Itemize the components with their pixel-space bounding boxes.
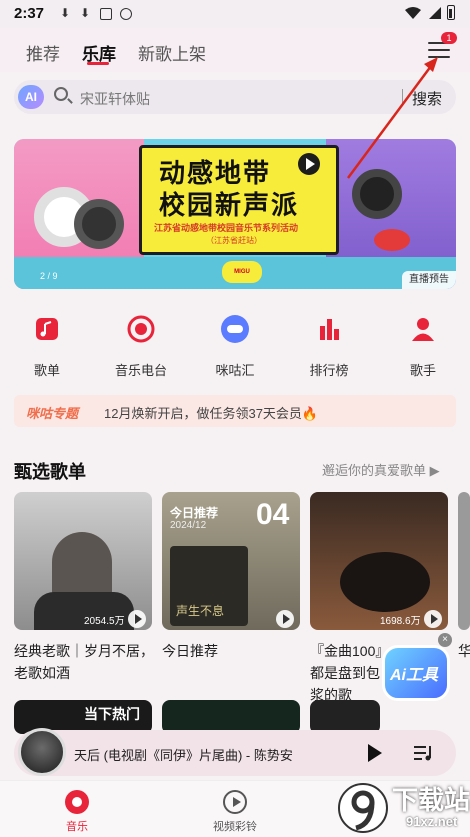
now-playing-title[interactable]: 天后 (电视剧《同伊》片尾曲) - 陈势安 (74, 745, 293, 764)
playlist-card[interactable]: 今日推荐 2024/12 04 声生不息 (162, 492, 300, 630)
playlist-card[interactable]: 1698.6万 (310, 492, 448, 630)
singer-icon (406, 312, 440, 346)
card-date: 2024/12 (170, 520, 207, 531)
music-icon (65, 790, 89, 814)
play-count: 1698.6万 (380, 616, 421, 627)
bottom-tab-label: 音乐 (66, 821, 88, 833)
card-header: 今日推荐 (170, 506, 219, 520)
quick-nav-migu-hui[interactable]: 咪咕汇 (195, 312, 275, 379)
card-number: 04 (256, 498, 290, 531)
ai-tools-floater[interactable]: Ai工具 × (382, 633, 452, 705)
watermark-brand: 下载站 (392, 785, 470, 815)
banner-subtitle-2: （江苏省赶站） (206, 236, 262, 245)
turntable-record (340, 552, 430, 612)
vinyl-disc-icon (74, 199, 124, 249)
radio-icon (124, 312, 158, 346)
migu-logo: MIGU (222, 261, 262, 283)
quick-nav-charts[interactable]: 排行榜 (289, 312, 369, 379)
quick-nav-label: 歌单 (33, 363, 60, 378)
watermark-url: 91xz.net (406, 814, 458, 829)
playlist-card[interactable]: 2054.5万 (14, 492, 152, 630)
guitar-icon (374, 229, 410, 251)
video-ringtone-icon (223, 790, 247, 814)
playlist-caption[interactable]: 经典老歌｜岁月不居，老歌如酒 (14, 640, 154, 684)
now-playing-cover[interactable] (18, 728, 66, 776)
banner-page-indicator: 2 / 9 (40, 271, 58, 281)
play-icon[interactable] (424, 610, 442, 628)
promo-tag: 咪咕专题 (26, 406, 79, 421)
quick-nav-playlist[interactable]: 歌单 (7, 312, 87, 379)
section-more-link[interactable]: 邂逅你的真爱歌单 ▶ (322, 460, 440, 479)
promo-text: 12月焕新开启，做任务领37天会员🔥 (104, 406, 319, 421)
play-icon[interactable] (128, 610, 146, 628)
playlist-caption[interactable]: 华 (458, 640, 470, 662)
album-art-text: 声生不息 (176, 604, 225, 618)
banner-subtitle: 江苏省动感地带校园音乐节系列活动 (154, 223, 299, 233)
playlist-card[interactable] (310, 700, 380, 734)
live-preview-tag: 直播预告 (402, 271, 456, 289)
play-icon[interactable] (368, 744, 382, 762)
bottom-tab-video-ringtone[interactable]: 视频彩铃 (195, 790, 275, 834)
watermark-logo (338, 783, 388, 833)
quick-nav-label: 歌手 (409, 363, 436, 378)
chart-icon (312, 312, 346, 346)
playlist-card[interactable] (458, 492, 470, 630)
bottom-tab-music[interactable]: 音乐 (37, 790, 117, 834)
bottom-tab-label: 视频彩铃 (213, 821, 257, 833)
playlist-caption[interactable]: 『金曲100』都是盘到包浆的歌 (310, 640, 390, 706)
quick-nav-label: 音乐电台 (114, 363, 167, 378)
close-icon[interactable]: × (438, 633, 452, 647)
quick-nav-label: 排行榜 (309, 363, 349, 378)
play-icon[interactable] (276, 610, 294, 628)
playlist-card[interactable] (162, 700, 300, 734)
annotation-arrow (346, 57, 438, 179)
section-title: 甄选歌单 (14, 462, 86, 482)
migu-hui-icon (218, 312, 252, 346)
play-count: 2054.5万 (84, 616, 125, 627)
ai-tools-label: Ai工具 (390, 667, 439, 684)
playlist-queue-icon[interactable] (414, 744, 434, 762)
quick-nav-label: 咪咕汇 (215, 363, 255, 378)
quick-nav-singers[interactable]: 歌手 (383, 312, 463, 379)
hot-label: 当下热门 (84, 706, 140, 722)
quick-nav-radio[interactable]: 音乐电台 (101, 312, 181, 379)
playlist-caption[interactable]: 今日推荐 (162, 640, 302, 662)
playlist-icon (30, 312, 64, 346)
